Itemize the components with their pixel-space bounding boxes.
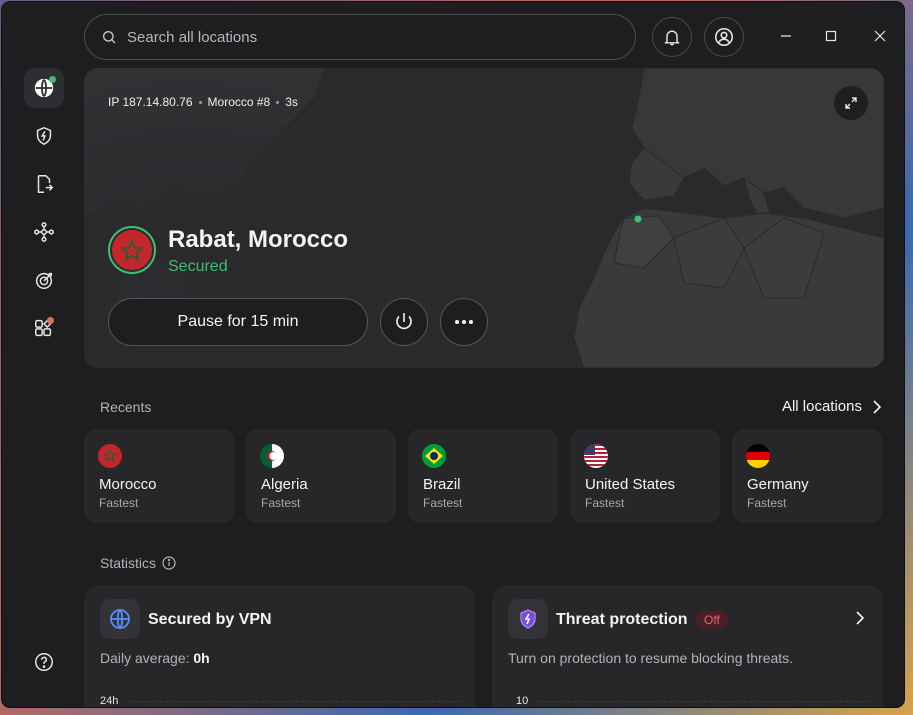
account-button[interactable] [704,17,744,57]
sidebar [2,2,86,707]
recent-item-united-states[interactable]: United States Fastest [570,429,720,523]
recent-item-sub: Fastest [747,496,787,510]
status-badge: Off [696,611,728,629]
vpn-axis-top: 24h [100,695,119,707]
connected-location: Rabat, Morocco [168,226,349,253]
threat-axis-top: 10 [516,695,529,707]
status-dot [49,76,56,83]
threat-stats-card[interactable]: Threat protection Off Turn on protection… [492,585,883,707]
file-share-icon [37,175,54,193]
power-icon [396,313,412,330]
sidebar-item-threat-protection[interactable] [24,116,64,156]
close-button[interactable] [870,26,890,46]
statistics-label: Statistics [100,555,157,571]
recent-item-sub: Fastest [585,496,625,510]
meshnet-icon [34,222,54,242]
recent-item-brazil[interactable]: Brazil Fastest [408,429,558,523]
search-input[interactable] [127,28,607,46]
shield-bolt-icon [520,609,536,629]
chevron-right-icon [873,399,882,414]
vpn-stat-icon-box [100,599,140,639]
maximize-icon [825,30,837,42]
recent-item-name: United States [585,476,676,493]
recent-item-name: Germany [747,476,809,493]
country-flag-morocco [108,226,156,274]
recent-item-sub: Fastest [261,496,301,510]
flag-germany-icon [746,444,770,468]
help-button[interactable] [24,642,64,682]
recent-item-name: Morocco [99,476,157,493]
user-icon [714,27,734,47]
sidebar-item-apps[interactable] [24,308,64,348]
recent-item-sub: Fastest [423,496,463,510]
minimize-button[interactable] [776,26,796,46]
pause-button[interactable]: Pause for 15 min [108,298,368,346]
expand-icon [845,97,857,109]
chart-gridline [538,701,868,702]
threat-stat-icon-box [508,599,548,639]
recents-label: Recents [100,399,152,415]
shield-bolt-icon [36,126,52,146]
connection-status: Secured [168,258,228,275]
statistics-header: Statistics [100,555,176,571]
chevron-right-icon[interactable] [855,611,865,625]
daily-average-value: 0h [193,650,210,666]
expand-map-button[interactable] [834,86,868,120]
sidebar-item-file-sharing[interactable] [24,164,64,204]
flag-algeria-icon [260,444,284,468]
more-options-button[interactable] [440,298,488,346]
recent-item-morocco[interactable]: Morocco Fastest [84,429,234,523]
server-name: Morocco #8 [207,95,271,109]
flag-united-states-icon [584,444,608,468]
bell-icon [664,30,680,46]
sidebar-item-meshnet[interactable] [24,212,64,252]
daily-average-label: Daily average: [100,650,194,666]
threat-description: Turn on protection to resume blocking th… [508,650,794,666]
recent-item-name: Algeria [261,476,308,493]
ip-address: IP 187.14.80.76 [108,95,193,109]
sidebar-item-vpn[interactable] [24,68,64,108]
location-marker [634,215,642,223]
more-icon [455,320,473,324]
notifications-button[interactable] [652,17,692,57]
star-icon [120,238,144,262]
connection-duration: 3s [285,95,298,109]
threat-stats-title: Threat protection [556,611,688,628]
recent-item-name: Brazil [423,476,461,493]
app-window: IP 187.14.80.76 Morocco #8 3s Rabat, Mor… [2,2,904,707]
sidebar-item-dark-web-monitor[interactable] [24,260,64,300]
recent-item-sub: Fastest [99,496,139,510]
recent-item-germany[interactable]: Germany Fastest [732,429,882,523]
info-icon[interactable] [162,556,176,570]
notification-dot [47,317,54,324]
chart-gridline [130,701,460,702]
connection-info: IP 187.14.80.76 Morocco #8 3s [108,95,298,109]
vpn-stats-card[interactable]: Secured by VPN Daily average: 0h 24h [84,585,475,707]
globe-icon [110,609,130,629]
target-icon [35,272,53,289]
maximize-button[interactable] [821,26,841,46]
help-icon [35,653,53,671]
search-bar[interactable] [84,14,636,60]
connection-panel: IP 187.14.80.76 Morocco #8 3s Rabat, Mor… [84,68,884,368]
close-icon [874,30,886,42]
vpn-stats-title: Secured by VPN [148,611,272,628]
recent-item-algeria[interactable]: Algeria Fastest [246,429,396,523]
flag-brazil-icon [422,444,446,468]
search-icon [103,31,116,44]
minimize-icon [781,35,791,37]
daily-average: Daily average: 0h [100,650,210,666]
all-locations-label: All locations [781,398,862,415]
disconnect-button[interactable] [380,298,428,346]
flag-morocco-icon [98,444,122,468]
all-locations-link[interactable]: All locations [782,398,882,415]
